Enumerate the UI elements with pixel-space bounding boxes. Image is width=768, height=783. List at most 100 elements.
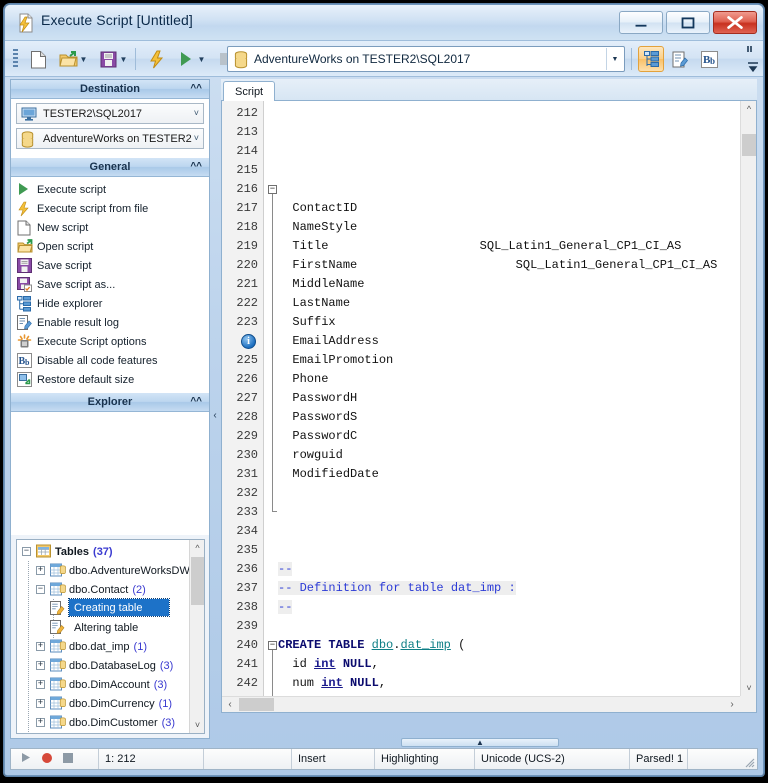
general-item-save-script-as[interactable]: Save script as... [11,275,209,294]
editor-vertical-scrollbar[interactable]: ^ ˅ [740,101,756,696]
code-line[interactable]: GO [278,522,292,541]
expand-toggle-icon[interactable]: + [36,718,45,727]
expand-toggle-icon[interactable]: + [36,661,45,670]
scroll-left-icon[interactable]: ‹ [222,697,238,712]
fold-toggle-icon[interactable]: − [268,185,277,194]
general-item-save-script[interactable]: Save script [11,256,209,275]
code-line[interactable]: -- Definition for table Contact : [278,123,516,142]
code-features-button[interactable]: B b [696,46,722,72]
code-text-area[interactable]: -- -- Definition for table Contact : -- CRE… [278,101,740,696]
scroll-up-icon[interactable]: ^ [190,540,204,556]
code-line[interactable]: EmailPromotion int NULL, [278,351,465,370]
stop-icon[interactable] [63,752,73,766]
scroll-down-icon[interactable]: ˅ [190,717,204,733]
code-line[interactable]: -- [278,560,293,579]
result-log-button[interactable] [667,46,693,72]
collapse-chevron-icon[interactable]: ^^ [190,396,202,407]
code-line[interactable]: Title nvarchar(8) COLLATE SQL_Latin1_Gen… [278,237,740,256]
scroll-down-icon[interactable]: ˅ [741,680,756,696]
results-pane-expander[interactable]: ▲ [401,738,559,747]
code-line[interactable]: id int NULL, [278,655,378,674]
code-line[interactable]: NameStyle bit NULL, [278,218,429,237]
open-script-dropdown[interactable]: ▼ [77,46,90,72]
code-line[interactable]: -- Definition for table dat_imp : [278,579,516,598]
general-item-execute-script-options[interactable]: Execute Script options [11,332,209,351]
toolbar-overflow-button[interactable] [745,45,761,73]
tables-tree[interactable]: − Tables (37) + dbo.AdventureWorksDW − d… [16,539,205,734]
tree-node-dbo-dat-imp[interactable]: + dbo.dat_imp (1) [17,637,204,656]
code-line[interactable]: MiddleName int NULL, [278,275,436,294]
close-button[interactable] [713,11,757,34]
maximize-button[interactable] [666,11,710,34]
tree-node-dbo-dimcurrency[interactable]: + dbo.DimCurrency (1) [17,694,204,713]
general-item-open-script[interactable]: Open script [11,237,209,256]
scroll-right-icon[interactable]: › [724,697,740,712]
server-combo[interactable]: TESTER2\SQL2017 ˅ [16,103,204,124]
general-item-enable-result-log[interactable]: Enable result log [11,313,209,332]
panel-collapse-handle[interactable]: ‹ [211,400,219,430]
general-item-hide-explorer[interactable]: Hide explorer [11,294,209,313]
chevron-down-icon[interactable]: ˅ [194,133,199,143]
toggle-explorer-button[interactable] [638,46,664,72]
general-item-execute-script[interactable]: Execute script [11,180,209,199]
code-line[interactable]: ON [PRIMARY] [278,503,364,522]
code-line[interactable]: -- [278,142,292,161]
collapse-chevron-icon[interactable]: ^^ [190,83,202,94]
expand-toggle-icon[interactable]: − [22,547,31,556]
expand-toggle-icon[interactable]: + [36,642,45,651]
scroll-thumb[interactable] [239,698,274,711]
code-line[interactable]: PasswordS int NULL, [278,408,429,427]
code-line[interactable]: ContactID int NULL, [278,199,429,218]
general-item-new-script[interactable]: New script [11,218,209,237]
tree-node-dbo-dimcustomer[interactable]: + dbo.DimCustomer (3) [17,713,204,732]
new-script-button[interactable] [25,46,51,72]
code-folding-bar[interactable]: − − [265,101,278,712]
code-line[interactable]: CREATE TABLE dbo.dat_imp ( [278,636,465,655]
code-line[interactable]: ModifiedDate datetime NULL [278,465,479,484]
editor-horizontal-scrollbar[interactable]: ‹ › [222,696,740,712]
scroll-thumb[interactable] [191,557,204,605]
code-line[interactable]: rowguid int NULL, [278,446,414,465]
record-icon[interactable] [41,752,53,767]
scroll-thumb[interactable] [742,134,756,156]
tree-node-dbo-databaselog[interactable]: + dbo.DatabaseLog (3) [17,656,204,675]
info-marker-icon[interactable]: i [241,334,256,349]
execute-script-from-file-button[interactable] [143,46,169,72]
play-icon[interactable] [21,752,31,766]
code-line[interactable]: FirstName nvarchar(60) COLLATE SQL_Latin… [278,256,740,275]
code-line[interactable]: -- [278,598,293,617]
collapse-chevron-icon[interactable]: ^^ [190,161,202,172]
code-line[interactable]: Phone int NULL, [278,370,400,389]
tree-node-altering-table[interactable]: Altering table [69,618,138,637]
tree-node-adventureworksdw[interactable]: + dbo.AdventureWorksDW [17,561,204,580]
chevron-down-icon[interactable]: ▼ [606,48,623,70]
execute-dropdown[interactable]: ▼ [195,46,208,72]
chevron-down-icon[interactable]: ˅ [194,108,199,118]
save-script-dropdown[interactable]: ▼ [117,46,130,72]
minimize-button[interactable] [619,11,663,34]
tree-node-creating-table[interactable]: Creating table [68,598,170,617]
code-line[interactable]: num int NULL, [278,674,386,693]
explorer-vertical-scrollbar[interactable]: ^ ˅ [189,540,204,733]
tree-node-dbo-dimaccount[interactable]: + dbo.DimAccount (3) [17,675,204,694]
destination-panel-header[interactable]: Destination ^^ [11,80,209,99]
code-line[interactable]: EmailAddress int NULL, [278,332,450,351]
expand-toggle-icon[interactable]: + [36,566,45,575]
sql-editor[interactable]: 212 213 214 215 216 217 218 219 220 221 222 223 i 225… [221,101,757,713]
code-line[interactable]: Suffix int NULL, [278,313,407,332]
fold-toggle-icon[interactable]: − [268,641,277,650]
tree-node-tables[interactable]: − Tables (37) [17,542,204,561]
general-item-restore-default-size[interactable]: Restore default size [11,370,209,389]
code-line[interactable]: -- [278,104,292,123]
resize-grip-icon[interactable] [743,756,755,768]
destination-combo[interactable]: AdventureWorks on TESTER2\SQL2017 ▼ [227,46,625,72]
code-line[interactable]: PasswordH int NULL, [278,389,429,408]
code-line[interactable]: ) [278,484,285,503]
tab-script[interactable]: Script [223,81,276,102]
code-line[interactable]: PasswordC int NULL, [278,427,429,446]
database-combo[interactable]: AdventureWorks on TESTER2 ˅ [16,128,204,149]
general-item-execute-from-file[interactable]: Execute script from file [11,199,209,218]
general-panel-header[interactable]: General ^^ [11,158,209,177]
tree-node-dbo-contact[interactable]: − dbo.Contact (2) [17,580,204,599]
general-item-disable-code-features[interactable]: B b Disable all code features [11,351,209,370]
